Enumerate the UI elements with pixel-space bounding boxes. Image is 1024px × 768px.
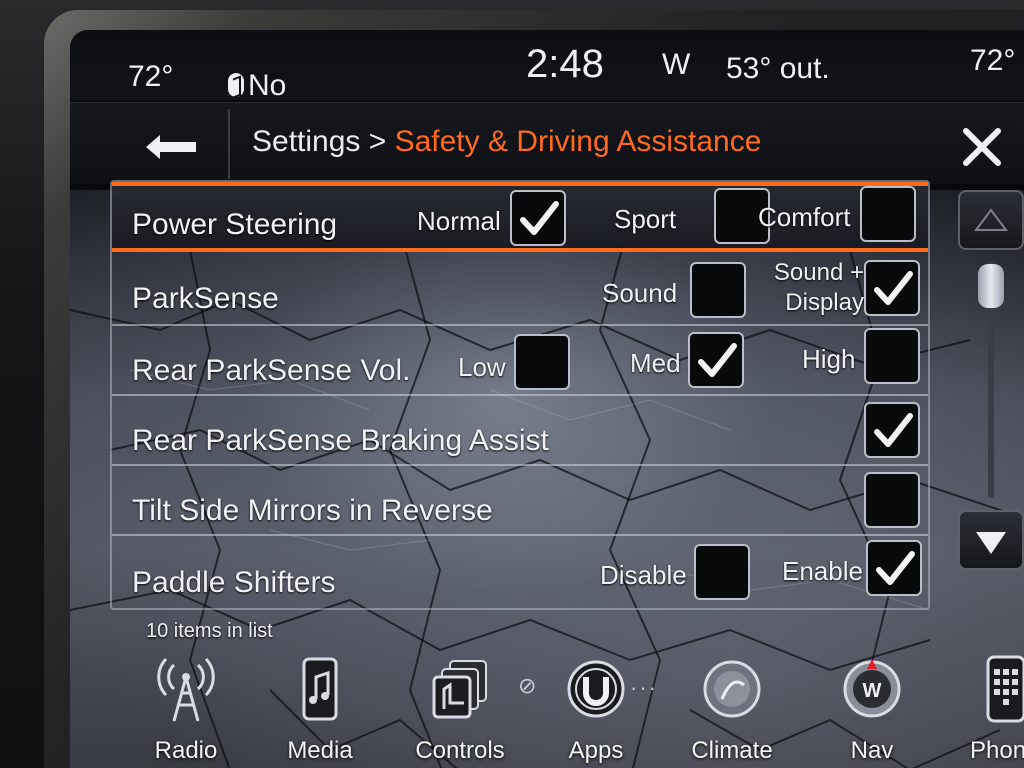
breadcrumb-root[interactable]: Settings > <box>252 125 395 158</box>
uconnect-apps-icon <box>567 660 625 718</box>
checkbox-braking-assist[interactable] <box>864 402 920 458</box>
checkmark-icon <box>698 343 737 377</box>
nav-nav[interactable]: W Nav <box>812 645 932 768</box>
checkbox-sound[interactable] <box>690 262 746 318</box>
breadcrumb: Settings > Safety & Driving Assistance <box>252 125 761 159</box>
climate-icon <box>703 660 761 718</box>
option-label-sound-display-line2: Display <box>785 289 864 316</box>
back-arrow-icon <box>146 135 196 159</box>
breadcrumb-current: Safety & Driving Assistance <box>394 125 762 158</box>
checkbox-high[interactable] <box>864 328 920 384</box>
setting-label: Rear ParkSense Vol. <box>132 354 411 387</box>
checkmark-icon <box>874 413 913 447</box>
option-label-enable: Enable <box>782 556 863 586</box>
triangle-up-icon <box>974 208 1008 231</box>
list-item-count: 10 items in list <box>146 620 273 642</box>
scroll-down-button[interactable] <box>958 510 1024 570</box>
option-label-high: High <box>802 344 856 374</box>
option-label-sound: Sound <box>602 278 678 308</box>
setting-row-parksense[interactable]: ParkSense Sound Sound + Display <box>112 256 928 326</box>
checkbox-sound-display[interactable] <box>864 260 920 316</box>
checkmark-icon <box>876 551 915 585</box>
option-label-sound-display: Sound + Display <box>752 258 864 318</box>
controls-seat-icon <box>432 660 487 719</box>
checkbox-normal[interactable] <box>510 190 566 246</box>
setting-label: Power Steering <box>132 208 338 241</box>
back-button[interactable] <box>136 125 216 169</box>
checkbox-low[interactable] <box>514 334 570 390</box>
checkmark-icon <box>520 201 559 235</box>
close-button[interactable] <box>962 127 1002 167</box>
passenger-temp[interactable]: 72° <box>970 44 1015 78</box>
infotainment-screen: 72° No Device 2:48 W 53° out. 72° Settin… <box>70 30 1024 768</box>
nav-radio[interactable]: Radio <box>126 645 246 768</box>
settings-list: Power Steering Normal Sport Comfort Park… <box>110 180 930 610</box>
setting-label: Rear ParkSense Braking Assist <box>132 424 549 457</box>
setting-label: Tilt Side Mirrors in Reverse <box>132 494 493 527</box>
close-icon <box>963 128 1001 166</box>
checkbox-enable[interactable] <box>866 540 922 596</box>
checkbox-med[interactable] <box>688 332 744 388</box>
nav-controls[interactable]: Controls <box>400 645 520 768</box>
status-bar: 72° No Device 2:48 W 53° out. 72° <box>70 30 1024 136</box>
nav-phone-label: Phon <box>970 737 1024 764</box>
checkbox-tilt-mirrors[interactable] <box>864 472 920 528</box>
option-label-disable: Disable <box>600 560 687 590</box>
triangle-down-icon <box>976 532 1006 554</box>
setting-row-braking-assist[interactable]: Rear ParkSense Braking Assist <box>112 396 928 466</box>
scroll-thumb[interactable] <box>978 264 1004 308</box>
option-label-low: Low <box>458 352 506 382</box>
compass-direction: W <box>662 48 691 81</box>
compass-nav-icon: W <box>843 659 901 718</box>
option-label-med: Med <box>630 348 681 378</box>
header-divider <box>228 109 230 179</box>
option-label-sound-display-line1: Sound + <box>773 259 864 286</box>
clock: 2:48 <box>526 42 604 86</box>
apps-dots-right: ··· <box>630 675 658 700</box>
nav-media-label: Media <box>287 737 353 764</box>
scroll-up-button[interactable] <box>958 190 1024 250</box>
driver-temp[interactable]: 72° <box>128 60 173 94</box>
setting-label: ParkSense <box>132 282 279 315</box>
settings-header: Settings > Safety & Driving Assistance <box>70 102 1024 184</box>
nav-apps[interactable]: Apps <box>536 645 656 768</box>
nav-apps-label: Apps <box>568 737 624 764</box>
option-label-comfort: Comfort <box>758 202 851 232</box>
radio-tower-icon <box>157 657 215 722</box>
checkbox-disable[interactable] <box>694 544 750 600</box>
outside-temp: 53° out. <box>726 52 830 85</box>
nav-climate[interactable]: Climate <box>672 645 792 768</box>
nav-controls-label: Controls <box>415 737 505 764</box>
checkbox-comfort[interactable] <box>860 186 916 242</box>
option-label-normal: Normal <box>417 206 501 236</box>
nav-radio-label: Radio <box>154 737 218 764</box>
nav-climate-label: Climate <box>691 737 773 764</box>
svg-text:W: W <box>863 680 882 702</box>
setting-label: Paddle Shifters <box>132 566 336 599</box>
setting-row-tilt-mirrors[interactable]: Tilt Side Mirrors in Reverse <box>112 466 928 536</box>
setting-row-paddle-shifters[interactable]: Paddle Shifters Disable Enable <box>112 536 928 606</box>
bluetooth-status[interactable]: No Device <box>228 55 340 136</box>
setting-row-rear-parksense-vol[interactable]: Rear ParkSense Vol. Low Med High <box>112 326 928 396</box>
bottom-nav: Radio Media Controls Apps ⊘ ··· Climate … <box>70 645 1024 768</box>
nav-media[interactable]: Media <box>260 645 380 768</box>
checkmark-icon <box>874 271 913 305</box>
bluetooth-icon <box>228 73 244 97</box>
apps-dots-left: ⊘ <box>518 673 539 698</box>
phone-keypad-icon <box>986 655 1024 723</box>
option-label-sport: Sport <box>614 204 677 234</box>
media-phone-icon <box>302 657 338 721</box>
nav-phone[interactable]: Phon <box>942 645 1024 768</box>
nav-nav-label: Nav <box>850 737 894 764</box>
setting-row-power-steering[interactable]: Power Steering Normal Sport Comfort <box>112 182 928 252</box>
